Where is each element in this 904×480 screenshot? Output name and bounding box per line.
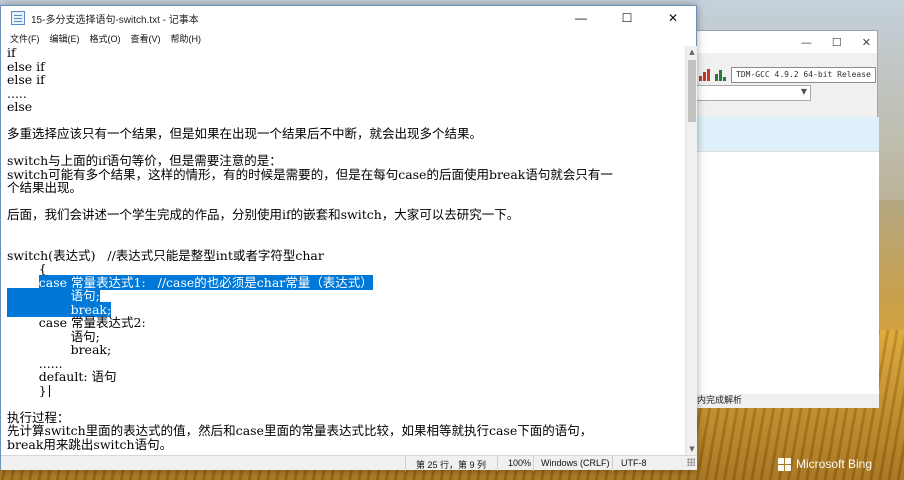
editor-line[interactable]: 执行过程： — [7, 410, 685, 425]
bing-watermark: Microsoft Bing — [778, 457, 872, 471]
devcpp-window[interactable]: — ☐ ✕ TDM-GCC 4.9.2 64-bit Release ▼ 内完成… — [694, 30, 879, 408]
minimize-button[interactable]: — — [558, 6, 604, 30]
editor-line[interactable] — [7, 235, 685, 249]
menu-help[interactable]: 帮助(H) — [166, 32, 207, 45]
editor-line[interactable]: case 常量表达式1: //case的也必须是char常量（表达式） — [7, 274, 685, 290]
menu-edit[interactable]: 编辑(E) — [45, 32, 85, 45]
notepad-titlebar: 15-多分支选择语句-switch.txt - 记事本 — ☐ ✕ — [1, 6, 696, 30]
vertical-scrollbar[interactable]: ▲ ▼ — [685, 46, 697, 455]
window-title: 15-多分支选择语句-switch.txt - 记事本 — [31, 14, 199, 26]
editor-line[interactable] — [7, 397, 685, 411]
devcpp-toolbar: TDM-GCC 4.9.2 64-bit Release — [695, 65, 879, 85]
devcpp-editor-panel — [695, 117, 879, 151]
status-divider — [533, 456, 534, 471]
editor-line[interactable]: else if — [7, 73, 685, 87]
editor-line[interactable] — [7, 141, 685, 155]
text-caret — [48, 385, 50, 397]
editor-line[interactable]: else — [7, 100, 685, 114]
zoom-level: 100% — [508, 458, 532, 468]
editor-line[interactable]: { — [7, 262, 685, 276]
selected-text[interactable]: 语句; — [7, 288, 100, 303]
editor-line[interactable]: break; — [7, 301, 685, 317]
menu-bar: 文件(F) 编辑(E) 格式(O) 查看(V) 帮助(H) — [1, 30, 696, 46]
editor-line[interactable]: 个结果出现。 — [7, 181, 685, 195]
line-text: switch(表达式) //表达式只能是整型int或者字符型char — [7, 247, 324, 263]
line-text: 多重选择应该只有一个结果，但是如果在出现一个结果后不中断，就会出现多个结果。 — [7, 126, 483, 141]
editor-line[interactable]: 多重选择应该只有一个结果，但是如果在出现一个结果后不中断，就会出现多个结果。 — [7, 127, 685, 141]
chevron-down-icon: ▼ — [800, 87, 807, 96]
devcpp-titlebar: — ☐ ✕ — [695, 31, 877, 53]
scroll-down-icon[interactable]: ▼ — [686, 443, 698, 455]
line-text: switch可能有多个结果，这样的情形，有的时候是需要的，但是在每句case的后… — [7, 166, 613, 182]
editor-line[interactable]: 语句; — [7, 329, 685, 344]
profile-chart-icon[interactable] — [715, 69, 727, 81]
status-divider — [405, 456, 406, 471]
status-divider — [497, 456, 498, 471]
editor-content[interactable]: if else if else if..... else 多重选择应该只有一个结果，但… — [1, 46, 685, 451]
editor-line[interactable]: switch与上面的if语句等价，但是需要注意的是： — [7, 154, 685, 168]
line-text: 后面，我们会讲述一个学生完成的作品，分别使用if的嵌套和switch，大家可以去… — [7, 207, 520, 222]
editor-line[interactable]: break用来跳出switch语句。 — [7, 436, 685, 452]
editor-line[interactable]: break; — [7, 343, 685, 357]
bing-label: Microsoft Bing — [796, 457, 873, 471]
menu-file[interactable]: 文件(F) — [5, 32, 45, 45]
compiler-select[interactable]: TDM-GCC 4.9.2 64-bit Release — [731, 67, 876, 83]
editor-line[interactable]: ...... — [7, 356, 685, 371]
cursor-position: 第 25 行，第 9 列 — [416, 460, 487, 470]
status-bar: 第 25 行，第 9 列 100% Windows (CRLF) UTF-8 — [1, 455, 697, 471]
editor-line[interactable] — [7, 195, 685, 209]
menu-view[interactable]: 查看(V) — [126, 32, 166, 45]
devcpp-close-button[interactable]: ✕ — [862, 36, 871, 49]
notepad-icon — [11, 11, 25, 25]
editor-line[interactable]: else if — [7, 59, 685, 74]
editor-line[interactable] — [7, 114, 685, 128]
editor-line[interactable]: default: 语句 — [7, 370, 685, 384]
menu-format[interactable]: 格式(O) — [85, 32, 126, 45]
devcpp-minimize-button[interactable]: — — [801, 36, 812, 49]
editor-line[interactable]: 后面，我们会讲述一个学生完成的作品，分别使用if的嵌套和switch，大家可以去… — [7, 208, 685, 222]
line-text: 个结果出现。 — [7, 180, 83, 195]
scroll-thumb[interactable] — [688, 60, 696, 122]
microsoft-logo-icon — [778, 457, 791, 471]
resize-grip-icon[interactable] — [687, 458, 695, 466]
editor-line[interactable]: case 常量表达式2: — [7, 316, 685, 330]
notepad-window[interactable]: 15-多分支选择语句-switch.txt - 记事本 — ☐ ✕ 文件(F) … — [0, 5, 697, 471]
editor-line[interactable]: switch(表达式) //表达式只能是整型int或者字符型char — [7, 247, 685, 263]
devcpp-maximize-button[interactable]: ☐ — [832, 36, 842, 49]
editor-line[interactable]: 先计算switch里面的表达式的值，然后和case里面的常量表达式比较，如果相等… — [7, 424, 685, 438]
line-text: } — [7, 382, 47, 398]
editor-line[interactable]: if — [7, 46, 685, 60]
editor-line[interactable]: } — [7, 382, 685, 398]
devcpp-output-area — [695, 151, 879, 395]
chart-icon[interactable] — [699, 69, 711, 81]
maximize-button[interactable]: ☐ — [604, 6, 650, 30]
editor-line[interactable]: 语句; — [7, 288, 685, 303]
scroll-up-icon[interactable]: ▲ — [686, 46, 698, 58]
function-combo[interactable]: ▼ — [695, 85, 811, 101]
editor-line[interactable]: switch可能有多个结果，这样的情形，有的时候是需要的，但是在每句case的后… — [7, 166, 685, 182]
line-text: break用来跳出switch语句。 — [7, 436, 173, 452]
editor-line[interactable]: ..... — [7, 86, 685, 101]
text-editor[interactable]: if else if else if..... else 多重选择应该只有一个结果，但… — [1, 46, 685, 455]
editor-line[interactable] — [7, 222, 685, 236]
line-ending: Windows (CRLF) — [541, 458, 610, 468]
close-button[interactable]: ✕ — [650, 6, 696, 30]
status-divider — [612, 456, 613, 471]
encoding: UTF-8 — [621, 458, 647, 468]
devcpp-status: 内完成解析 — [695, 394, 879, 408]
